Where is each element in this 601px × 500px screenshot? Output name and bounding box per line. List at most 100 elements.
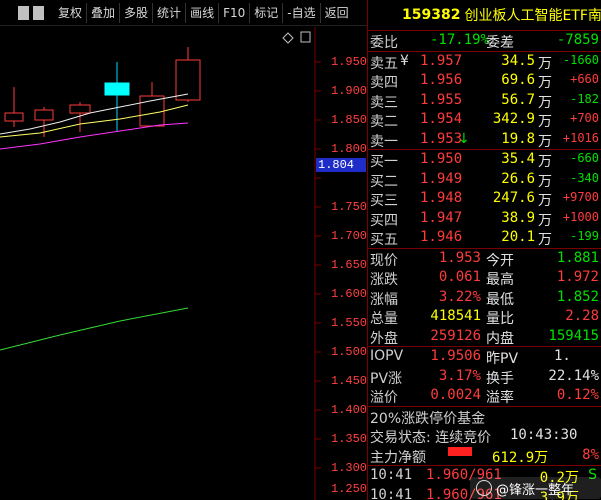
toolbar-remove-watchlist-button[interactable]: -自选 [282, 2, 319, 23]
ask-change: -1660 [562, 52, 599, 67]
toolbar-mark-button[interactable]: 标记 [249, 2, 282, 23]
trade-status-row: 交易状态: 连续竞价 10:43:30 [368, 426, 601, 446]
toolbar-multi-stock-button[interactable]: 多股 [119, 2, 152, 23]
chart-toolbar: 复权 叠加 多股 统计 画线 F10 标记 -自选 返回 [0, 0, 367, 26]
fund-note: 20%涨跌停价基金 [370, 410, 486, 427]
toolbar-draw-button[interactable]: 画线 [185, 2, 218, 23]
candle [69, 104, 91, 114]
bid-price: 1.947 [420, 209, 463, 226]
net-flow-pct: 8% [582, 446, 599, 463]
bid-label: 买二 [370, 173, 398, 190]
bid-change: +1000 [562, 209, 599, 224]
stat-value: 1.852 [556, 288, 599, 305]
bid-row[interactable]: 买五 1.946 20.1 万 -199 [368, 228, 601, 248]
axis-tick-label: 1.600 [331, 287, 368, 301]
stat-value: 159415 [548, 327, 599, 344]
ask-row[interactable]: 卖二 1.954 342.9 万 +700 [368, 110, 601, 130]
toolbar-back-button[interactable]: 返回 [319, 2, 353, 23]
ask-label: 卖二 [370, 114, 398, 130]
ask-volume: 56.7 [501, 91, 535, 108]
stat-label: 涨幅 [370, 291, 398, 308]
bid-change: +9700 [562, 190, 599, 204]
prev-pv-label: 昨PV [486, 351, 519, 367]
ask-label: 卖一 [370, 133, 398, 150]
bid-unit: 万 [538, 173, 552, 190]
tick-time: 10:41 [370, 486, 413, 500]
ask-book: 卖五 ¥ 1.957 34.5 万 -1660 卖四 1.956 69.6 万 … [368, 52, 601, 150]
bid-volume: 38.9 [501, 209, 535, 226]
bid-volume: 26.6 [501, 170, 535, 187]
stats-row: 现价 1.953 今开 1.881 [368, 249, 601, 269]
ask-unit: 万 [538, 75, 552, 91]
axis-tick-label: 1.750 [331, 200, 368, 214]
ask-change: -182 [570, 91, 599, 106]
stats-row: 涨幅 3.22% 最低 1.852 [368, 288, 601, 308]
premium-rate-label: 溢率 [486, 390, 514, 406]
toolbar-f10-button[interactable]: F10 [218, 2, 249, 23]
ask-row[interactable]: 卖五 ¥ 1.957 34.5 万 -1660 [368, 52, 601, 72]
stat-value: 2.28 [565, 308, 599, 324]
bid-change: -340 [570, 170, 599, 185]
weibi-value: -17.19% [430, 32, 490, 48]
bid-label: 买五 [370, 232, 398, 248]
candles [4, 47, 201, 137]
nav-arrows [18, 5, 44, 20]
toolbar-stats-button[interactable]: 统计 [152, 2, 185, 23]
weicha-value: -7859 [556, 32, 599, 48]
stat-value: 0.061 [438, 269, 481, 285]
axis-tick-label: 1.300 [331, 461, 368, 475]
bid-row[interactable]: 买一 1.950 35.4 万 -660 [368, 150, 601, 170]
stat-value: 1.972 [556, 269, 599, 285]
ask-volume: 34.5 [501, 52, 535, 69]
net-flow-value: 612.9万 [492, 449, 549, 466]
iopv-row: IOPV 1.9506 昨PV 1. [368, 347, 601, 367]
net-flow-bar [448, 446, 472, 456]
ask-row[interactable]: 卖一 1.953 ↓ 19.8 万 +1016 [368, 130, 601, 150]
ask-label: 卖五 [370, 55, 398, 72]
ask-row[interactable]: 卖四 1.956 69.6 万 +660 [368, 71, 601, 91]
bid-label: 买一 [370, 154, 398, 170]
turnover-value: 22.14% [548, 367, 599, 384]
arrow-left-icon[interactable] [18, 5, 29, 20]
fund-note-row: 20%涨跌停价基金 [368, 407, 601, 427]
axis-tick-label: 1.350 [331, 432, 368, 446]
bid-row[interactable]: 买二 1.949 26.6 万 -340 [368, 170, 601, 190]
iopv-row: 溢价 0.0024 溢率 0.12% [368, 386, 601, 406]
stats-row: 外盘 259126 内盘 159415 [368, 327, 601, 347]
stats-row: 总量 418541 量比 2.28 [368, 307, 601, 327]
arrow-right-icon[interactable] [33, 5, 44, 20]
security-title: 159382 创业板人工智能ETF南 [368, 0, 601, 30]
toolbar-overlay-button[interactable]: 叠加 [86, 2, 119, 23]
ask-price: 1.953 [420, 130, 463, 147]
diamond-icon [282, 32, 294, 44]
ask-volume: 69.6 [501, 72, 535, 88]
axis-tick-label: 1.850 [331, 113, 368, 127]
ask-volume: 19.8 [501, 130, 535, 147]
stat-label: 内盘 [486, 330, 514, 347]
ask-unit: 万 [538, 133, 552, 150]
stat-label: 现价 [370, 252, 398, 269]
weibi-label: 委比 [370, 35, 398, 51]
weibo-logo-icon [476, 480, 492, 496]
bid-row[interactable]: 买四 1.947 38.9 万 +1000 [368, 209, 601, 229]
bid-volume: 247.6 [492, 190, 535, 206]
net-flow-label: 主力净额 [370, 449, 426, 466]
stat-value: 1.953 [438, 249, 481, 266]
bid-row[interactable]: 买三 1.948 247.6 万 +9700 [368, 189, 601, 209]
bid-book: 买一 1.950 35.4 万 -660 买二 1.949 26.6 万 -34… [368, 150, 601, 248]
ask-unit: 万 [538, 55, 552, 72]
candle [34, 109, 54, 121]
axis-tick-label: 1.450 [331, 374, 368, 388]
kline-chart[interactable]: 1.950 1.900 1.850 1.800 1.750 1.700 1.65… [0, 27, 367, 500]
stat-value: 418541 [430, 308, 481, 324]
weibi-row: 委比 -17.19% 委差 -7859 [368, 31, 601, 51]
premium-value: 0.0024 [430, 387, 481, 403]
quote-panel: 159382 创业板人工智能ETF南 委比 -17.19% 委差 -7859 卖… [367, 0, 601, 500]
toolbar-fuquan-button[interactable]: 复权 [54, 3, 86, 23]
ask-row[interactable]: 卖三 1.955 56.7 万 -182 [368, 91, 601, 111]
tick-time: 10:41 [370, 467, 413, 483]
kline-chart-canvas [0, 27, 321, 500]
axis-tick-label: 1.400 [331, 403, 368, 417]
bid-unit: 万 [538, 193, 552, 209]
security-code: 159382 [402, 7, 461, 23]
